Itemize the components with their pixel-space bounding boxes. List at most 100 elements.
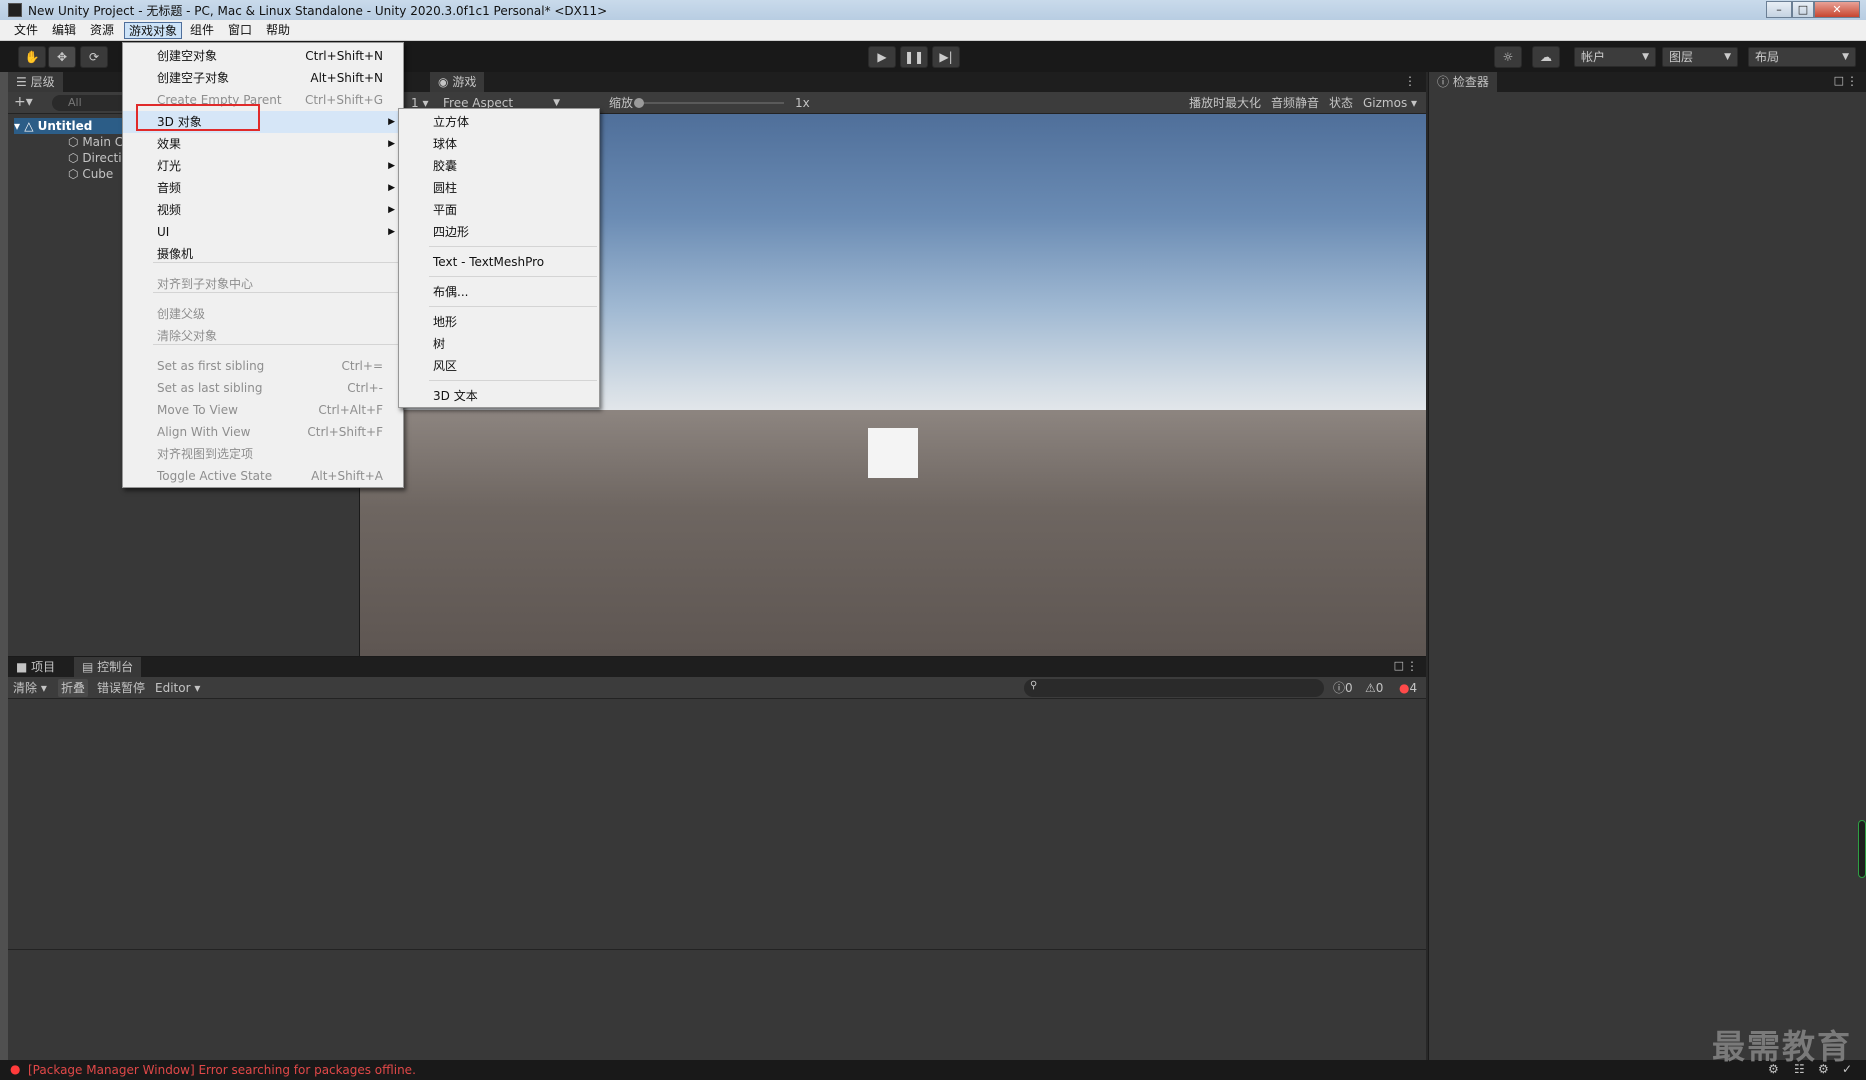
menu-assets[interactable]: 资源 xyxy=(86,22,118,39)
tab-hierarchy[interactable]: ☰ 层级 xyxy=(8,72,63,92)
menu-item: 对齐视图到选定项 xyxy=(123,443,403,465)
account-dropdown[interactable]: 帐户 ▼ xyxy=(1574,47,1656,67)
submenu-item[interactable]: 布偶... xyxy=(399,281,599,303)
submenu-item-label: 胶囊 xyxy=(433,159,458,173)
submenu-item-label: 布偶... xyxy=(433,285,469,299)
submenu-item-label: 四边形 xyxy=(433,225,470,239)
tab-project[interactable]: ■ 项目 xyxy=(8,657,63,677)
warning-icon: ⚠ xyxy=(1365,681,1376,695)
move-tool-icon[interactable]: ✥ xyxy=(48,46,76,68)
tab-game[interactable]: ◉ 游戏 xyxy=(430,72,485,92)
account-label: 帐户 xyxy=(1581,50,1606,64)
minimize-icon[interactable]: – xyxy=(1766,1,1792,18)
info-filter-button[interactable]: ⓘ0 xyxy=(1330,679,1356,697)
error-icon: ● xyxy=(1399,681,1410,695)
object-label: Directi xyxy=(82,151,122,165)
more-options-icon[interactable]: ⋮ xyxy=(1846,74,1858,88)
hierarchy-search-input[interactable]: All xyxy=(52,95,132,111)
tab-inspector[interactable]: ⓘ 检查器 xyxy=(1429,72,1497,92)
menu-item[interactable]: 效果 ▶ xyxy=(123,133,403,155)
collab-icon[interactable]: ☼ xyxy=(1494,46,1522,68)
menu-file[interactable]: 文件 xyxy=(10,22,42,39)
scale-value: 1x xyxy=(795,96,810,110)
object-label: Cube xyxy=(82,167,114,181)
hierarchy-item-cube[interactable]: ⬡ Cube xyxy=(68,166,113,182)
3d-object-submenu: 立方体 球体胶囊圆柱平面四边形 Text - TextMeshPro 布偶... 地形树… xyxy=(398,108,600,408)
submenu-item[interactable]: 平面 xyxy=(399,199,599,221)
menu-item-shortcut: Alt+Shift+A xyxy=(311,469,383,483)
submenu-item[interactable]: 3D 文本 xyxy=(399,385,599,407)
more-options-icon[interactable]: ⋮ xyxy=(1404,74,1416,88)
error-pause-button[interactable]: 错误暂停 xyxy=(94,679,148,697)
mute-audio-button[interactable]: 音频静音 xyxy=(1268,94,1322,112)
more-options-icon[interactable]: ⋮ xyxy=(1406,659,1418,673)
maximize-icon[interactable]: □ xyxy=(1792,1,1814,18)
step-button[interactable]: ▶| xyxy=(932,46,960,68)
submenu-item-label: 3D 文本 xyxy=(433,389,478,403)
gizmos-button[interactable]: Gizmos ▾ xyxy=(1360,94,1420,112)
submenu-item[interactable]: 树 xyxy=(399,333,599,355)
console-icon: ▤ xyxy=(82,660,94,674)
submenu-arrow-icon: ▶ xyxy=(388,117,395,127)
menu-item[interactable]: UI ▶ xyxy=(123,221,403,243)
left-edge-strip xyxy=(0,72,8,1060)
menu-item-shortcut: Ctrl+= xyxy=(341,359,383,373)
submenu-item[interactable]: 圆柱 xyxy=(399,177,599,199)
menu-item[interactable]: 灯光 ▶ xyxy=(123,155,403,177)
menu-item[interactable]: 创建空对象 Ctrl+Shift+N xyxy=(123,45,403,67)
hierarchy-item-directional-light[interactable]: ⬡ Directi xyxy=(68,150,122,166)
watermark: 最需教育 xyxy=(1712,1027,1852,1066)
maximize-on-play-button[interactable]: 播放时最大化 xyxy=(1186,94,1264,112)
submenu-item[interactable]: 地形 xyxy=(399,311,599,333)
console-search-input[interactable]: ⚲ xyxy=(1024,679,1324,697)
layout-dropdown[interactable]: 布局 ▼ xyxy=(1748,47,1856,67)
rotate-tool-icon[interactable]: ⟳ xyxy=(80,46,108,68)
pause-button[interactable]: ❚❚ xyxy=(900,46,928,68)
menu-item[interactable]: 创建空子对象 Alt+Shift+N xyxy=(123,67,403,89)
search-placeholder: All xyxy=(68,96,82,109)
menu-edit[interactable]: 编辑 xyxy=(48,22,80,39)
hierarchy-item-main-camera[interactable]: ⬡ Main C xyxy=(68,134,123,150)
hand-tool-icon[interactable]: ✋ xyxy=(18,46,46,68)
menu-help[interactable]: 帮助 xyxy=(262,22,294,39)
menu-separator xyxy=(153,262,401,263)
clear-button[interactable]: 清除 ▾ xyxy=(10,679,50,697)
submenu-item[interactable]: 球体 xyxy=(399,133,599,155)
collapse-button[interactable]: 折叠 xyxy=(58,679,89,697)
menu-item-label: Set as first sibling xyxy=(157,359,265,373)
cloud-icon[interactable]: ☁ xyxy=(1532,46,1560,68)
layers-dropdown[interactable]: 图层 ▼ xyxy=(1662,47,1738,67)
submenu-item-label: 圆柱 xyxy=(433,181,458,195)
submenu-item[interactable]: 风区 xyxy=(399,355,599,377)
menu-window[interactable]: 窗口 xyxy=(224,22,256,39)
submenu-item[interactable]: Text - TextMeshPro xyxy=(399,251,599,273)
submenu-item[interactable]: 胶囊 xyxy=(399,155,599,177)
menu-item[interactable]: 视频 ▶ xyxy=(123,199,403,221)
warning-filter-button[interactable]: ⚠0 xyxy=(1362,679,1386,697)
menu-component[interactable]: 组件 xyxy=(186,22,218,39)
submenu-item[interactable]: 立方体 xyxy=(399,111,599,133)
lock-icon[interactable]: □ xyxy=(1834,74,1844,87)
submenu-arrow-icon: ▶ xyxy=(388,139,395,149)
play-button[interactable]: ▶ xyxy=(868,46,896,68)
status-message[interactable]: [Package Manager Window] Error searching… xyxy=(28,1063,416,1077)
gamepad-icon: ◉ xyxy=(438,75,449,89)
scale-slider-handle[interactable] xyxy=(634,98,644,108)
submenu-item[interactable]: 四边形 xyxy=(399,221,599,243)
close-icon[interactable]: ✕ xyxy=(1814,1,1860,18)
console-split-divider[interactable] xyxy=(8,949,1426,950)
add-icon[interactable]: +▾ xyxy=(14,94,33,110)
scale-slider[interactable] xyxy=(634,98,784,108)
lock-icon[interactable]: □ xyxy=(1394,659,1404,672)
gizmos-label: Gizmos xyxy=(1363,96,1408,110)
menu-separator xyxy=(429,380,597,381)
menu-item: 创建父级 xyxy=(123,303,403,325)
scene-row[interactable]: ▾ △ Untitled xyxy=(14,118,132,134)
tab-console[interactable]: ▤ 控制台 xyxy=(74,657,142,677)
error-filter-button[interactable]: ●4 xyxy=(1396,679,1420,697)
console-tab-label: 控制台 xyxy=(97,660,134,674)
editor-dropdown[interactable]: Editor ▾ xyxy=(152,679,203,697)
menu-item[interactable]: 音频 ▶ xyxy=(123,177,403,199)
menu-gameobject[interactable]: 游戏对象 xyxy=(124,22,183,39)
stats-button[interactable]: 状态 xyxy=(1326,94,1356,112)
